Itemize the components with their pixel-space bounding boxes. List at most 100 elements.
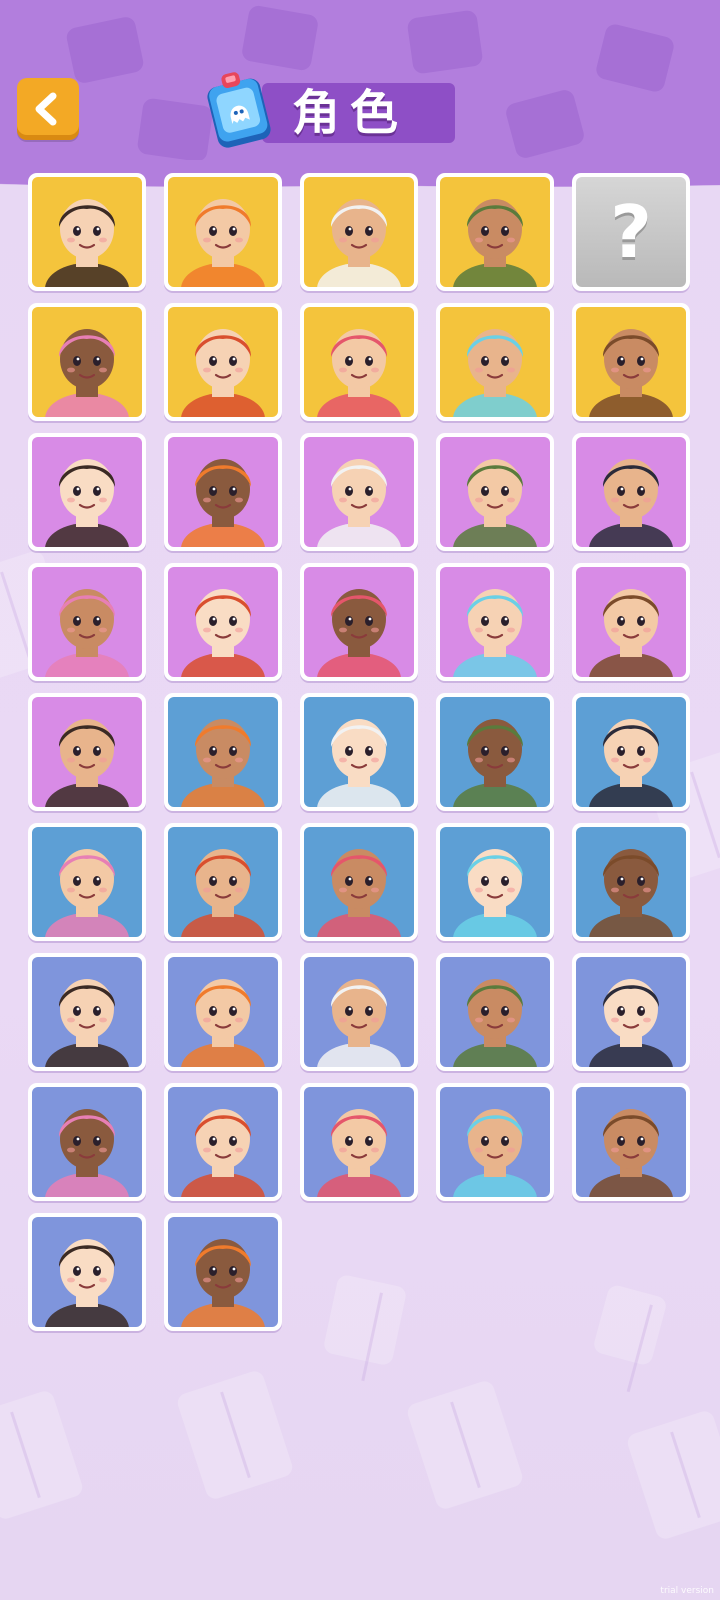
character-portrait xyxy=(576,567,686,677)
page-title: 角色 xyxy=(292,85,409,141)
character-card[interactable] xyxy=(572,693,690,811)
chevron-left-icon xyxy=(35,92,57,126)
cyan-hair-boy-avatar xyxy=(45,459,129,547)
pink-hair-shy-girl-avatar xyxy=(589,719,673,807)
character-card[interactable] xyxy=(164,303,282,421)
character-card[interactable] xyxy=(164,433,282,551)
cat-ear-girl-avatar xyxy=(181,329,265,417)
character-card[interactable] xyxy=(28,1083,146,1201)
character-portrait xyxy=(440,957,550,1067)
character-portrait xyxy=(304,567,414,677)
character-card[interactable] xyxy=(164,693,282,811)
character-card[interactable] xyxy=(572,303,690,421)
character-card[interactable] xyxy=(300,1083,418,1201)
character-portrait xyxy=(304,437,414,547)
character-card[interactable] xyxy=(436,303,554,421)
bun-hair-man-avatar xyxy=(317,329,401,417)
character-card[interactable] xyxy=(436,563,554,681)
character-portrait xyxy=(440,307,550,417)
character-portrait xyxy=(32,437,142,547)
character-card[interactable] xyxy=(300,823,418,941)
character-card[interactable] xyxy=(300,303,418,421)
peace-sign-girl-avatar xyxy=(317,719,401,807)
book-decoration xyxy=(405,1378,525,1512)
glasses-businessman-avatar xyxy=(453,459,537,547)
orange-robot-avatar xyxy=(181,1109,265,1197)
character-portrait xyxy=(576,307,686,417)
pigtail-glasses-girl-avatar xyxy=(45,979,129,1067)
glasses-lady-avatar xyxy=(317,1109,401,1197)
lynx-man-avatar xyxy=(317,459,401,547)
character-portrait xyxy=(440,437,550,547)
character-card[interactable] xyxy=(436,173,554,291)
character-portrait xyxy=(168,437,278,547)
book-decoration xyxy=(175,1368,295,1502)
character-card[interactable] xyxy=(28,823,146,941)
character-card[interactable] xyxy=(300,563,418,681)
character-card[interactable] xyxy=(28,173,146,291)
character-portrait xyxy=(440,567,550,677)
chef-cat-avatar xyxy=(317,979,401,1067)
white-hair-man-avatar xyxy=(589,849,673,937)
character-portrait xyxy=(32,697,142,807)
astronaut-fish-avatar xyxy=(45,1109,129,1197)
character-card[interactable] xyxy=(572,433,690,551)
character-card[interactable] xyxy=(28,953,146,1071)
character-portrait xyxy=(576,697,686,807)
character-portrait xyxy=(168,957,278,1067)
character-card[interactable] xyxy=(164,173,282,291)
character-portrait xyxy=(168,1217,278,1327)
character-portrait xyxy=(304,697,414,807)
jiangshi-zombie-avatar xyxy=(453,199,537,287)
character-card[interactable] xyxy=(164,563,282,681)
character-portrait xyxy=(576,1087,686,1197)
character-portrait xyxy=(168,307,278,417)
character-portrait xyxy=(440,177,550,287)
locked-character-card[interactable]: ? xyxy=(572,173,690,291)
martial-artist-avatar xyxy=(181,849,265,937)
character-card[interactable] xyxy=(164,1213,282,1331)
book-decoration xyxy=(625,1408,720,1542)
alpaca-avatar xyxy=(589,459,673,547)
character-card[interactable] xyxy=(436,693,554,811)
character-card[interactable] xyxy=(28,433,146,551)
welder-man-avatar xyxy=(45,849,129,937)
character-card[interactable] xyxy=(572,563,690,681)
character-card[interactable] xyxy=(572,1083,690,1201)
character-card[interactable] xyxy=(28,563,146,681)
character-portrait xyxy=(576,437,686,547)
character-card[interactable] xyxy=(164,953,282,1071)
character-card[interactable] xyxy=(300,953,418,1071)
character-card[interactable] xyxy=(164,823,282,941)
character-card[interactable] xyxy=(436,433,554,551)
character-portrait xyxy=(304,1087,414,1197)
character-card[interactable] xyxy=(28,693,146,811)
character-card[interactable] xyxy=(164,1083,282,1201)
character-card[interactable] xyxy=(572,953,690,1071)
pink-hair-witch-avatar xyxy=(317,199,401,287)
character-card[interactable] xyxy=(300,433,418,551)
character-portrait xyxy=(32,827,142,937)
tiger-beanie-avatar xyxy=(317,589,401,677)
back-button[interactable] xyxy=(17,78,79,140)
character-card[interactable] xyxy=(300,173,418,291)
ghost-bride-avatar xyxy=(589,589,673,677)
question-mark-icon: ? xyxy=(610,190,652,274)
character-card[interactable] xyxy=(436,1083,554,1201)
character-card[interactable] xyxy=(436,953,554,1071)
character-portrait xyxy=(304,307,414,417)
character-portrait xyxy=(32,567,142,677)
character-card[interactable] xyxy=(300,693,418,811)
character-card[interactable] xyxy=(28,1213,146,1331)
panda-avatar xyxy=(181,1239,265,1327)
character-portrait xyxy=(168,697,278,807)
orange-hair-clown-avatar xyxy=(317,849,401,937)
character-card[interactable] xyxy=(28,303,146,421)
character-grid: ? xyxy=(28,173,696,1331)
character-portrait xyxy=(32,177,142,287)
header-decoration xyxy=(406,9,484,75)
red-hair-boy-avatar xyxy=(45,1239,129,1327)
character-portrait: ? xyxy=(576,177,686,287)
character-card[interactable] xyxy=(436,823,554,941)
character-card[interactable] xyxy=(572,823,690,941)
